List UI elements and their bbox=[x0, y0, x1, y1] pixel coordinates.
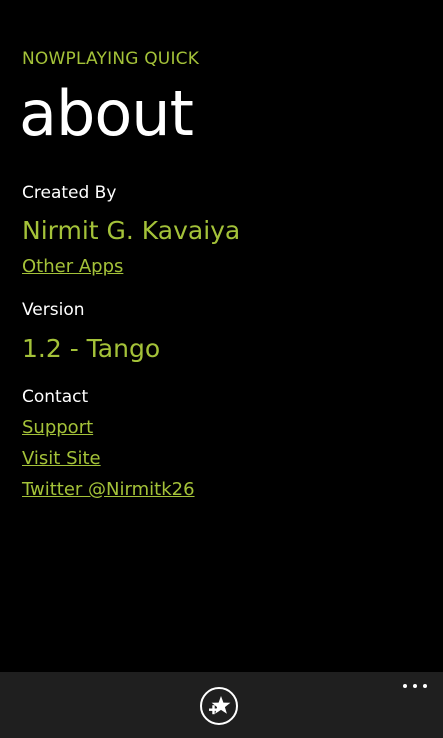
app-bar bbox=[0, 672, 443, 738]
version-label: Version bbox=[22, 300, 85, 320]
twitter-link[interactable]: Twitter @Nirmitk26 bbox=[22, 479, 195, 500]
author-name: Nirmit G. Kavaiya bbox=[22, 216, 241, 245]
version-value: 1.2 - Tango bbox=[22, 334, 161, 363]
contact-label: Contact bbox=[22, 387, 89, 407]
more-options-icon[interactable] bbox=[401, 680, 429, 692]
created-by-label: Created By bbox=[22, 183, 117, 203]
visit-site-link[interactable]: Visit Site bbox=[22, 448, 101, 469]
other-apps-link[interactable]: Other Apps bbox=[22, 256, 123, 277]
rate-button[interactable] bbox=[200, 687, 238, 725]
page-title: about bbox=[19, 77, 194, 150]
app-title: NOWPLAYING QUICK bbox=[22, 49, 200, 69]
support-link[interactable]: Support bbox=[22, 417, 93, 438]
star-plus-icon bbox=[209, 696, 231, 715]
